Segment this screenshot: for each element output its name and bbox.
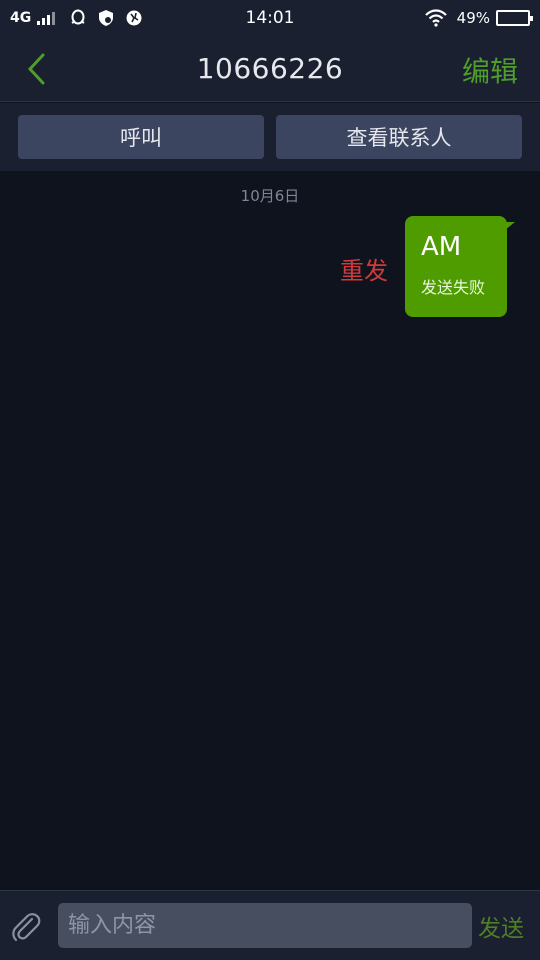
page-title: 10666226 <box>196 52 344 85</box>
send-button[interactable]: 发送 <box>478 909 524 943</box>
composer-bar: 发送 <box>0 890 540 960</box>
title-bar: 10666226 编辑 <box>0 36 540 102</box>
shield-icon <box>99 10 114 26</box>
qq-icon <box>71 9 85 25</box>
date-stamp: 10月6日 <box>240 187 300 205</box>
status-bar: 4G 14:01 49% <box>0 0 540 36</box>
network-type: 4G <box>10 10 32 26</box>
resend-button[interactable]: 重发 <box>340 251 388 286</box>
view-contact-button[interactable]: 查看联系人 <box>276 115 522 159</box>
action-row: 呼叫 查看联系人 <box>0 103 540 171</box>
browser-icon <box>126 10 142 26</box>
edit-button[interactable]: 编辑 <box>462 50 518 90</box>
paperclip-icon <box>12 913 41 942</box>
wifi-icon <box>424 9 447 27</box>
message-input[interactable] <box>58 903 472 948</box>
message-status: 发送失败 <box>421 278 486 297</box>
back-button[interactable] <box>18 50 54 88</box>
signal-icon <box>37 11 56 25</box>
status-left: 4G <box>10 9 147 27</box>
battery-percent: 49% <box>456 9 490 27</box>
message-text: AM <box>421 232 462 262</box>
attach-button[interactable] <box>8 909 44 945</box>
message-list[interactable]: 10月6日 重发 AM 发送失败 <box>0 171 540 890</box>
sent-message-bubble[interactable]: AM 发送失败 <box>405 216 515 317</box>
status-right: 49% <box>424 9 533 27</box>
call-button[interactable]: 呼叫 <box>18 115 264 159</box>
sms-conversation-screen: 4G 14:01 49% 10666226 编辑 呼叫 查看联系人 10月6日 … <box>0 0 540 960</box>
battery-icon <box>496 10 533 26</box>
chevron-left-icon <box>27 53 45 85</box>
